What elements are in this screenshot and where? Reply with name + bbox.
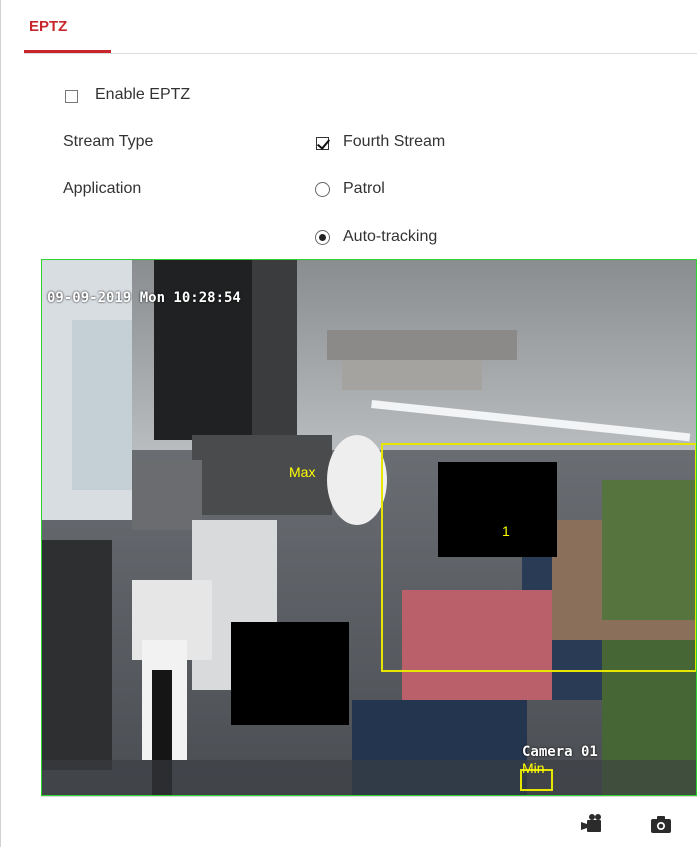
panel-left-border — [0, 0, 1, 847]
video-toolbar — [41, 796, 697, 847]
privacy-mask — [231, 622, 349, 725]
auto-tracking-radio[interactable] — [315, 230, 330, 245]
enable-eptz-checkbox[interactable] — [65, 90, 78, 103]
tab-divider — [24, 53, 697, 54]
fourth-stream-checkbox[interactable] — [316, 137, 329, 150]
stream-type-label: Stream Type — [63, 133, 154, 150]
fourth-stream-label: Fourth Stream — [343, 133, 446, 150]
tab-eptz[interactable]: EPTZ — [29, 18, 67, 35]
enable-eptz-label: Enable EPTZ — [95, 86, 191, 103]
patrol-radio[interactable] — [315, 182, 330, 197]
video-camera-name: Camera 01 — [522, 744, 598, 760]
record-icon[interactable] — [579, 811, 605, 837]
max-region-label: Max — [289, 464, 316, 480]
video-timestamp: 09-09-2019 Mon 10:28:54 — [47, 290, 241, 306]
eptz-settings-panel: EPTZ Enable EPTZ Stream Type Fourth Stre… — [0, 0, 697, 847]
application-label: Application — [63, 180, 142, 197]
auto-tracking-label: Auto-tracking — [343, 228, 438, 245]
patrol-label: Patrol — [343, 180, 385, 197]
min-region-label: Min — [522, 760, 545, 776]
video-preview[interactable]: 09-09-2019 Mon 10:28:54 Camera 01 Max 1 … — [41, 259, 697, 796]
region-number-label: 1 — [502, 523, 510, 539]
snapshot-icon[interactable] — [648, 811, 674, 837]
max-tracking-region[interactable] — [381, 443, 696, 672]
